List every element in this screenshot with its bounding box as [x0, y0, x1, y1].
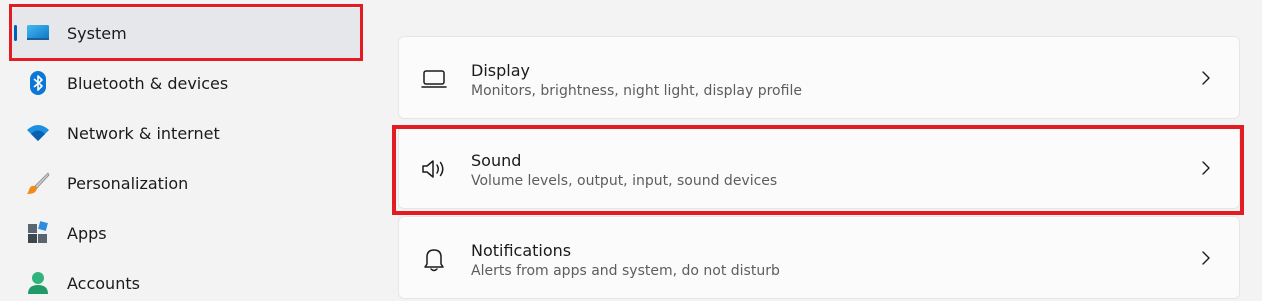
sidebar-item-bluetooth[interactable]: Bluetooth & devices: [12, 58, 362, 108]
sidebar-item-label: System: [67, 23, 127, 43]
wifi-icon: [26, 121, 50, 145]
card-title: Sound: [471, 151, 522, 170]
sidebar-item-label: Accounts: [67, 273, 140, 293]
sidebar-item-label: Bluetooth & devices: [67, 73, 229, 93]
card-subtitle: Alerts from apps and system, do not dist…: [471, 263, 780, 279]
card-title: Notifications: [471, 241, 572, 260]
sidebar-nav: System Bluetooth & devices Network & int…: [0, 0, 380, 301]
display-setting-card[interactable]: Display Monitors, brightness, night ligh…: [398, 36, 1240, 119]
selection-indicator: [14, 25, 17, 41]
sidebar-item-label: Personalization: [67, 173, 189, 193]
notifications-setting-card[interactable]: Notifications Alerts from apps and syste…: [398, 216, 1240, 299]
monitor-icon: [419, 65, 449, 93]
speaker-icon: [419, 155, 449, 183]
chevron-right-icon: [1202, 71, 1210, 85]
chevron-right-icon: [1202, 161, 1210, 175]
sidebar-item-system[interactable]: System: [12, 8, 362, 58]
sidebar-item-network[interactable]: Network & internet: [12, 108, 362, 158]
card-subtitle: Monitors, brightness, night light, displ…: [471, 83, 802, 99]
sidebar-item-label: Apps: [67, 223, 107, 243]
card-title: Display: [471, 61, 530, 80]
bluetooth-icon: [26, 71, 50, 95]
bell-icon: [419, 245, 449, 273]
card-subtitle: Volume levels, output, input, sound devi…: [471, 173, 778, 189]
sidebar-item-personalization[interactable]: Personalization: [12, 158, 362, 208]
person-icon: [26, 271, 50, 295]
sidebar-item-label: Network & internet: [67, 123, 220, 143]
sidebar-item-accounts[interactable]: Accounts: [12, 258, 362, 301]
apps-icon: [26, 221, 50, 245]
sidebar-item-apps[interactable]: Apps: [12, 208, 362, 258]
paintbrush-icon: [26, 171, 50, 195]
settings-window: System Bluetooth & devices Network & int…: [0, 0, 1262, 301]
chevron-right-icon: [1202, 251, 1210, 265]
system-display-icon: [26, 21, 50, 45]
sound-setting-card[interactable]: Sound Volume levels, output, input, soun…: [398, 126, 1240, 209]
